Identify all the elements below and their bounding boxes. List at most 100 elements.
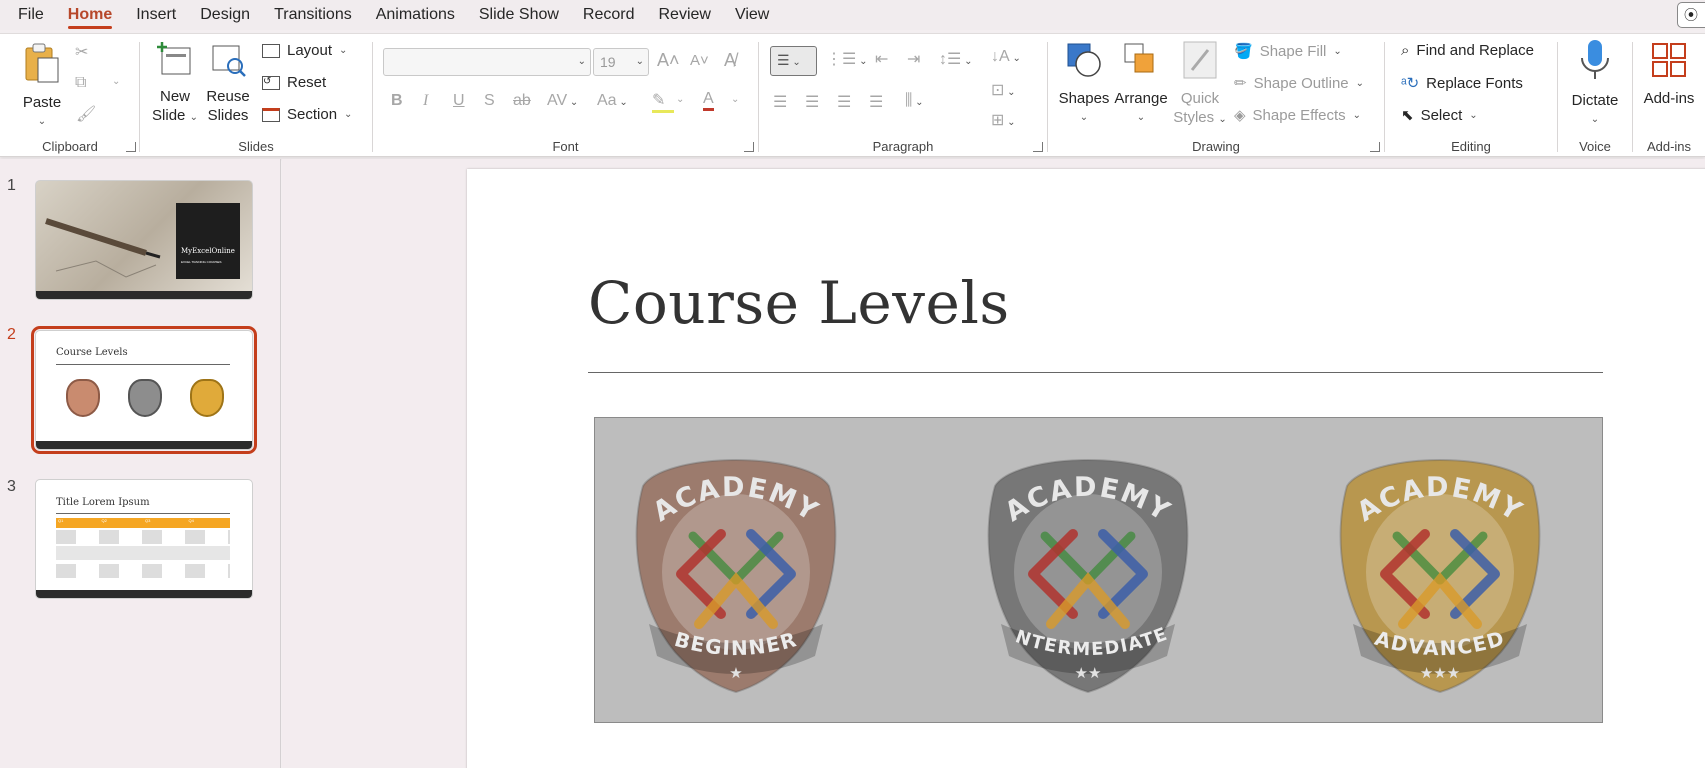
align-text-icon[interactable]: ⊡ ⌄ [991,80,1016,100]
thumb-1-subtitle: EXCEL TRAINING COURSES [181,260,222,264]
smartart-icon[interactable]: ⊞ ⌄ [991,110,1016,130]
drawing-group-label: Drawing [1192,139,1240,154]
tab-home[interactable]: Home [56,0,124,30]
font-launcher-icon[interactable] [744,142,754,152]
copy-icon[interactable]: ⧉ [75,74,86,92]
tab-transitions[interactable]: Transitions [262,0,364,30]
slide-thumbnail-1[interactable]: MyExcelOnline EXCEL TRAINING COURSES [35,180,253,300]
arrange-button[interactable]: Arrange ⌄ [1112,40,1170,127]
addins-group: Add-ins Add-ins [1633,34,1705,158]
thumb-3-table-row [56,530,230,544]
badges-image[interactable]: ACADEMYBEGINNER★ ACADEMYINTERMEDIATE★★ A… [594,417,1603,723]
badge-advanced: ACADEMY ADVANCED ★★★ [1333,456,1547,696]
shape-effects-button[interactable]: ◈ Shape Effects ⌄ [1234,106,1361,125]
strikethrough-icon[interactable]: ab [513,92,531,110]
dictate-label: Dictate [1571,92,1619,109]
align-center-icon[interactable]: ☰ [805,92,819,112]
slides-group: New Slide ⌄ Reuse Slides Layout ⌄ ↺ Reset… [140,34,372,158]
tab-record[interactable]: Record [571,0,647,30]
columns-icon[interactable]: ⫼ ⌄ [905,92,924,110]
quick-styles-button[interactable]: Quick Styles ⌄ [1172,40,1228,129]
shape-effects-icon: ◈ [1234,107,1246,124]
slide[interactable]: Course Levels ACADEMYBEGINNER★ ACADEMYIN… [467,169,1705,768]
paste-button[interactable]: Paste ⌄ [18,42,66,131]
font-name-field[interactable]: ⌄ [383,48,591,76]
shadow-icon[interactable]: S [484,92,495,110]
increase-font-icon[interactable]: A˄ [657,50,680,71]
record-button[interactable]: ⦿ [1677,2,1705,28]
align-left-icon[interactable]: ☰ [773,92,787,112]
slide-thumbnail-2[interactable]: Course Levels [31,326,257,454]
select-button[interactable]: ⬉ Select ⌄ [1401,106,1478,125]
shape-fill-label: Shape Fill [1259,42,1327,60]
tab-animations[interactable]: Animations [364,0,467,30]
highlight-icon[interactable]: ✎ [652,90,674,113]
change-case-icon[interactable]: Aa ⌄ [597,92,628,110]
underline-icon[interactable]: U [453,92,465,110]
bullets-button[interactable]: ☰ ⌄ [770,46,817,76]
shapes-label: Shapes [1058,90,1110,107]
arrange-label: Arrange [1114,90,1168,107]
increase-indent-icon[interactable]: ⇥ [907,49,920,69]
slide-number-3: 3 [7,478,16,495]
font-size-field[interactable]: 19 ⌄ [593,48,649,76]
badge-stars: ★ [729,664,742,682]
new-slide-button[interactable]: New Slide ⌄ [150,40,200,127]
font-color-chevron-icon[interactable]: ⌄ [731,94,739,105]
select-label: Select [1420,106,1463,124]
tab-file[interactable]: File [0,0,56,30]
find-and-replace-button[interactable]: ⌕ Find and Replace [1401,42,1534,59]
slide-title[interactable]: Course Levels [588,269,1010,337]
drawing-launcher-icon[interactable] [1370,142,1380,152]
align-right-icon[interactable]: ☰ [837,92,851,112]
replace-fonts-button[interactable]: ᵃ↻ Replace Fonts [1401,74,1523,93]
academy-badge-icon: ACADEMYBEGINNER★ [635,458,837,694]
justify-icon[interactable]: ☰ [869,92,883,112]
badge-stars: ★★ [1075,664,1102,682]
add-ins-button[interactable]: Add-ins [1633,40,1705,108]
decrease-indent-icon[interactable]: ⇤ [875,49,888,69]
reuse-slides-button[interactable]: Reuse Slides [204,40,252,125]
decrease-font-icon[interactable]: A˅ [690,52,709,69]
voice-group: Dictate ⌄ Voice [1558,34,1632,158]
format-painter-icon[interactable]: 🖌 [76,104,96,124]
thumb-footer [36,291,252,299]
numbering-icon[interactable]: ⋮☰ ⌄ [826,49,868,69]
character-spacing-icon[interactable]: AV ⌄ [547,92,578,110]
tab-slide-show[interactable]: Slide Show [467,0,571,30]
copy-chevron-icon[interactable]: ⌄ [112,76,120,87]
section-icon [262,107,280,122]
cut-icon[interactable]: ✂ [75,42,88,62]
tab-insert[interactable]: Insert [124,0,188,30]
clear-formatting-icon[interactable]: A̸ [724,50,736,71]
search-icon: ⌕ [1401,42,1410,59]
bold-icon[interactable]: B [391,92,403,110]
addins-group-label: Add-ins [1646,139,1692,154]
paste-icon [25,43,59,83]
shape-fill-button[interactable]: 🪣 Shape Fill ⌄ [1234,42,1342,61]
text-direction-icon[interactable]: ↓A ⌄ [991,48,1021,66]
paste-chevron-icon[interactable]: ⌄ [18,112,66,131]
clipboard-launcher-icon[interactable] [126,142,136,152]
font-color-icon[interactable]: A [703,90,714,111]
section-button[interactable]: Section ⌄ [262,106,352,123]
cursor-icon: ⬉ [1401,107,1414,124]
tab-review[interactable]: Review [647,0,723,30]
badge-stars: ★★★ [1420,664,1460,682]
italic-icon[interactable]: I [423,92,428,110]
reset-button[interactable]: ↺ Reset [262,74,326,91]
layout-button[interactable]: Layout ⌄ [262,42,347,59]
paragraph-launcher-icon[interactable] [1033,142,1043,152]
tab-design[interactable]: Design [188,0,262,30]
quick-styles-icon [1183,41,1217,79]
shape-outline-button[interactable]: ✏ Shape Outline ⌄ [1234,74,1364,93]
section-label: Section [287,106,338,123]
slide-thumbnail-3[interactable]: Title Lorem Ipsum Q1 Q2 Q3 Q4 [35,479,253,599]
line-spacing-icon[interactable]: ↕☰ ⌄ [939,49,973,69]
dictate-button[interactable]: Dictate ⌄ [1566,38,1624,129]
thumb-footer [36,441,252,449]
shapes-button[interactable]: Shapes ⌄ [1056,40,1112,127]
shape-outline-icon: ✏ [1234,75,1247,92]
highlight-chevron-icon[interactable]: ⌄ [676,94,684,105]
tab-view[interactable]: View [723,0,781,30]
